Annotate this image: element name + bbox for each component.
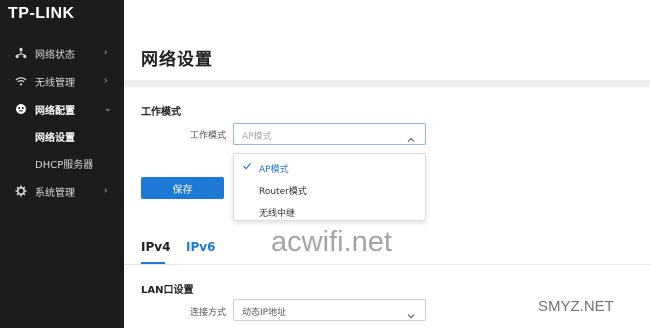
sidebar-item-label: 系统管理 [35,187,75,199]
tab-ipv4[interactable]: IPv4 [141,240,170,254]
sidebar-item-network-config[interactable]: 网络配置 ⌄ [0,96,124,122]
option-label: 无线中继 [259,209,296,219]
tab-ipv6[interactable]: IPv6 [186,240,215,254]
sidebar-item-network-status[interactable]: 网络状态 › [0,40,124,66]
gear-icon [15,185,27,197]
sidebar-item-label: 网络状态 [35,49,75,61]
work-mode-label: 工作模式 [190,131,227,141]
option-wireless-repeater[interactable]: 无线中继 [234,200,425,222]
option-label: AP模式 [259,165,289,175]
connection-type-select[interactable]: 动态IP地址 [233,299,426,321]
sidebar-subitem-network-settings[interactable]: 网络设置 [0,124,124,148]
sidebar-subitem-label: 网络设置 [35,132,75,144]
sidebar-item-wireless[interactable]: 无线管理 › [0,68,124,94]
chevron-up-icon [406,130,416,142]
sidebar: TP-LINK 网络状态 › 无线管理 › 网络配置 ⌄ 网络设置 DHCP服务… [0,0,124,328]
chevron-down-icon: ⌄ [104,104,112,114]
sidebar-subitem-dhcp-server[interactable]: DHCP服务器 [0,151,124,175]
connection-type-label: 连接方式 [190,308,227,318]
network-config-icon [15,103,27,115]
sidebar-item-label: 无线管理 [35,77,75,89]
sidebar-item-system[interactable]: 系统管理 › [0,178,124,204]
check-icon [242,161,252,171]
chevron-right-icon: › [104,76,108,86]
watermark-acwifi: acwifi.net [271,226,392,258]
lan-section-title: LAN口设置 [141,285,194,296]
tp-link-logo: TP-LINK [8,5,75,22]
tab-divider [124,264,650,265]
sidebar-subitem-label: DHCP服务器 [35,159,94,171]
section-divider [124,80,650,87]
option-ap-mode[interactable]: AP模式 [234,156,425,178]
work-mode-section-title: 工作模式 [141,107,181,118]
work-mode-select-value: AP模式 [242,132,272,142]
option-label: Router模式 [259,187,307,197]
chevron-right-icon: › [104,186,108,196]
connection-type-value: 动态IP地址 [242,308,287,318]
work-mode-dropdown: AP模式 Router模式 无线中继 [233,153,426,221]
page-title: 网络设置 [141,50,213,70]
watermark-smyz: SMYZ.NET [538,298,614,315]
sidebar-item-label: 网络配置 [35,105,75,117]
option-router-mode[interactable]: Router模式 [234,178,425,200]
wifi-icon [15,75,27,87]
work-mode-select[interactable]: AP模式 [233,123,426,145]
chevron-down-icon [406,306,416,319]
network-status-icon [15,47,27,59]
main-panel: 网络设置 工作模式 工作模式 AP模式 AP模式 Router模式 无线中继 保… [124,0,650,328]
chevron-right-icon: › [104,48,108,58]
save-button[interactable]: 保存 [141,177,224,199]
